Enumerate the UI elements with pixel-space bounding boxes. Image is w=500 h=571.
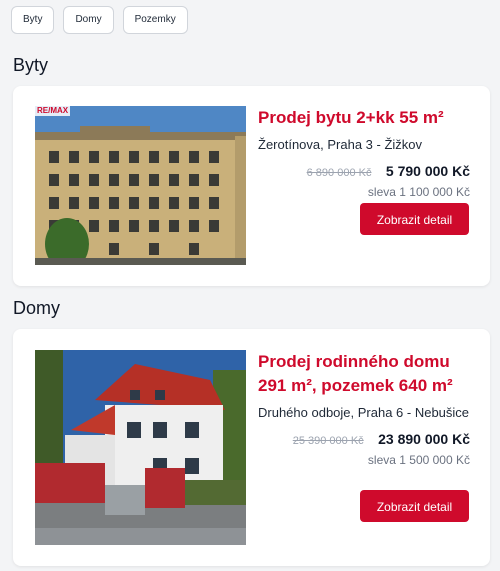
filter-chip-byty[interactable]: Byty	[11, 6, 55, 34]
listing-photo-apartment[interactable]: RE/MAX	[35, 106, 246, 265]
show-detail-button[interactable]: Zobrazit detail	[360, 490, 469, 522]
price-row: 6 890 000 Kč 5 790 000 Kč	[258, 163, 470, 181]
discount-label: sleva 1 100 000 Kč	[367, 185, 470, 199]
filter-chip-pozemky[interactable]: Pozemky	[122, 6, 188, 34]
apartment-building-image	[35, 106, 246, 265]
current-price: 23 890 000 Kč	[378, 431, 470, 447]
show-detail-button[interactable]: Zobrazit detail	[360, 203, 469, 235]
family-house-image	[35, 350, 246, 545]
remax-logo: RE/MAX	[35, 106, 71, 116]
listing-card-house: Prodej rodinného domu 291 m², pozemek 64…	[13, 329, 490, 566]
discount-label: sleva 1 500 000 Kč	[367, 453, 470, 467]
listing-info-apartment: Prodej bytu 2+kk 55 m² Žerotínova, Praha…	[258, 106, 470, 199]
listing-card-apartment: RE/MAX Prodej bytu 2+kk 55 m² Žerotínova…	[13, 86, 490, 286]
current-price: 5 790 000 Kč	[385, 163, 470, 179]
section-heading-byty: Byty	[13, 55, 49, 75]
filter-chips: Byty Domy Pozemky	[11, 6, 188, 34]
filter-chip-domy[interactable]: Domy	[63, 6, 114, 34]
price-row: 25 390 000 Kč 23 890 000 Kč	[258, 431, 470, 449]
section-heading-domy: Domy	[13, 298, 61, 318]
listing-title[interactable]: Prodej bytu 2+kk 55 m²	[258, 106, 470, 130]
listing-address: Žerotínova, Praha 3 - Žižkov	[258, 137, 423, 152]
old-price: 6 890 000 Kč	[306, 167, 372, 179]
listing-photo-house[interactable]	[35, 350, 246, 545]
listing-address: Druhého odboje, Praha 6 - Nebušice	[258, 405, 470, 420]
listing-info-house: Prodej rodinného domu 291 m², pozemek 64…	[258, 350, 470, 467]
listing-title[interactable]: Prodej rodinného domu 291 m², pozemek 64…	[258, 350, 470, 398]
old-price: 25 390 000 Kč	[292, 435, 364, 447]
